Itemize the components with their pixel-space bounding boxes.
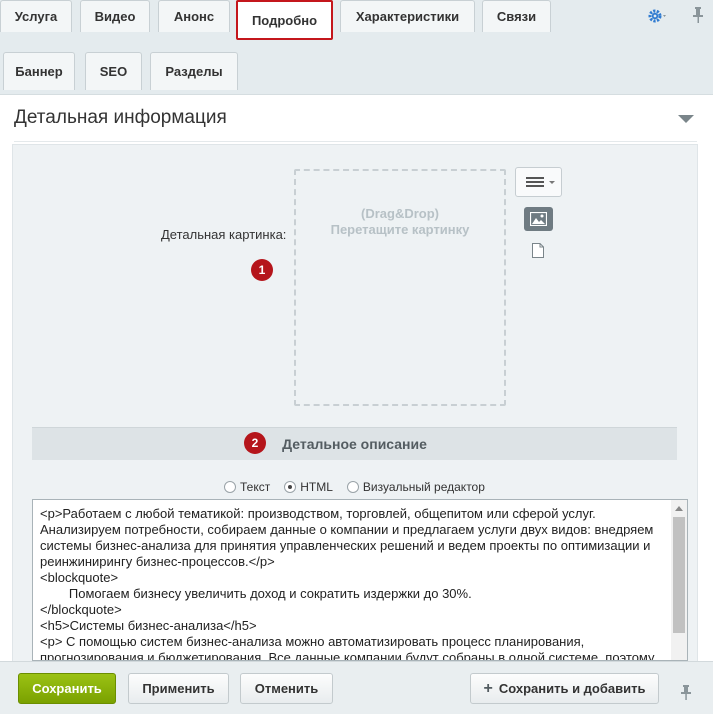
mode-html-radio[interactable]: HTML [284, 480, 333, 494]
save-button[interactable]: Сохранить [18, 673, 116, 704]
save-and-add-button[interactable]: + Сохранить и добавить [470, 673, 659, 704]
scroll-thumb[interactable] [673, 517, 685, 633]
pin-footer-button[interactable] [680, 684, 692, 700]
radio-circle[interactable] [346, 481, 359, 493]
file-upload-button[interactable] [532, 243, 544, 258]
marker-badge-1: 1 [251, 259, 273, 281]
mode-text-label: Текст [240, 480, 271, 494]
pin-icon [681, 685, 691, 700]
description-content[interactable]: <p>Работаем с любой тематикой: производс… [40, 506, 665, 660]
mode-visual-label: Визуальный редактор [362, 480, 485, 494]
description-header: Детальное описание [32, 427, 677, 460]
file-icon [532, 243, 544, 258]
main-tabs: Услуга Видео Анонс Подробно Характеристи… [0, 0, 713, 40]
save-and-add-label: Сохранить и добавить [498, 681, 646, 696]
tab-razdely[interactable]: Разделы [150, 52, 238, 90]
dropzone-hint-text: Перетащите картинку [330, 222, 470, 237]
tab-seo[interactable]: SEO [85, 52, 142, 90]
image-icon [530, 212, 547, 226]
mode-visual-radio[interactable]: Визуальный редактор [346, 480, 485, 494]
mode-text-radio[interactable]: Текст [224, 480, 270, 494]
tab-video[interactable]: Видео [80, 0, 150, 32]
picture-menu-button[interactable] [515, 167, 562, 197]
tab-usluga[interactable]: Услуга [0, 0, 72, 32]
tab-anons[interactable]: Анонс [158, 0, 230, 32]
form-footer: Сохранить Применить Отменить + Сохранить… [0, 661, 713, 714]
editor-mode-selector: Текст HTML Визуальный редактор [224, 478, 499, 496]
gear-icon [648, 9, 666, 23]
tab-harakteristiki[interactable]: Характеристики [340, 0, 475, 32]
description-title: Детальное описание [282, 436, 427, 452]
tab-banner[interactable]: Баннер [3, 52, 75, 90]
pin-button[interactable] [691, 6, 705, 24]
upload-image-button[interactable] [524, 207, 553, 231]
picture-field-label: Детальная картинка: [161, 227, 287, 242]
mode-html-label: HTML [300, 480, 333, 494]
dropzone-hint-dragdrop: (Drag&Drop) [361, 206, 439, 221]
picture-dropzone[interactable]: (Drag&Drop) Перетащите картинку [294, 169, 506, 406]
pin-icon [693, 7, 703, 23]
textarea-scrollbar[interactable] [671, 500, 687, 660]
radio-circle[interactable] [224, 481, 236, 493]
tab-podrobno[interactable]: Подробно [236, 0, 333, 40]
cancel-button[interactable]: Отменить [240, 673, 333, 704]
scroll-up-arrow-icon[interactable] [675, 506, 683, 511]
marker-badge-2: 2 [244, 432, 266, 454]
apply-button[interactable]: Применить [128, 673, 229, 704]
divider [14, 141, 697, 142]
plus-icon: + [483, 679, 493, 697]
radio-circle-checked[interactable] [284, 481, 297, 493]
collapse-arrow-icon[interactable] [678, 115, 694, 123]
hamburger-icon [526, 177, 555, 187]
tab-svyazi[interactable]: Связи [482, 0, 551, 32]
description-html-textarea[interactable]: <p>Работаем с любой тематикой: производс… [32, 499, 688, 661]
sub-tabs: Баннер SEO Разделы [0, 48, 713, 94]
section-title: Детальная информация [14, 107, 227, 128]
settings-gear-button[interactable] [648, 6, 668, 26]
